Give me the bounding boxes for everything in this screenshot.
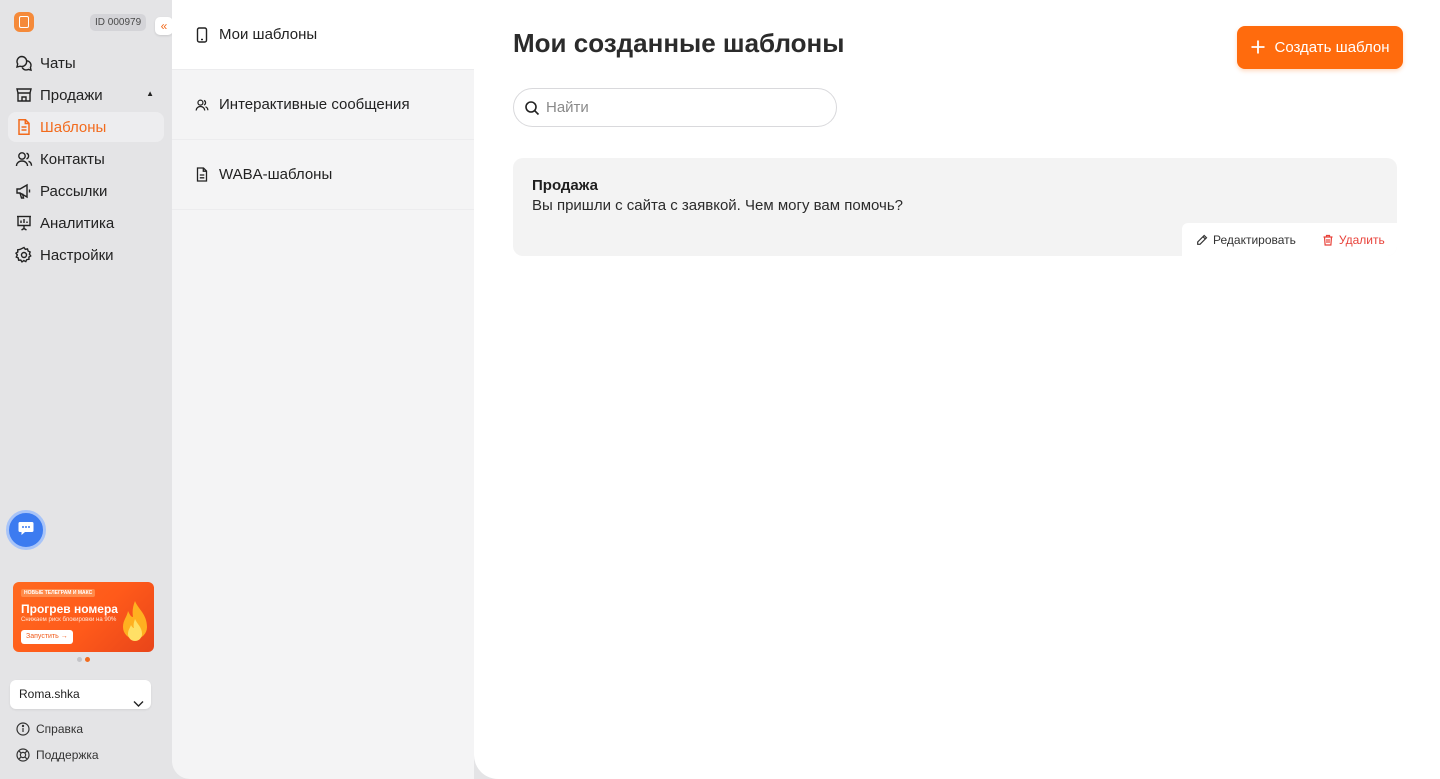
nav-item-label: Продажи xyxy=(40,86,103,104)
chat-bubble-icon xyxy=(17,519,35,542)
template-name: Продажа xyxy=(532,177,598,194)
nav-item-settings[interactable]: Настройки xyxy=(8,240,164,270)
caret-up-icon[interactable]: ▲ xyxy=(146,89,154,98)
phone-icon xyxy=(195,26,209,43)
promo-launch-button[interactable]: Запустить → xyxy=(21,630,73,644)
gear-icon xyxy=(14,245,34,265)
subnav-label: Интерактивные сообщения xyxy=(219,96,410,113)
info-icon xyxy=(16,722,30,736)
chevron-down-icon xyxy=(133,690,144,719)
account-name: Roma.shka xyxy=(19,687,80,701)
chats-icon xyxy=(14,53,34,73)
nav-item-label: Настройки xyxy=(40,246,114,264)
sidebar-header: ID 000979 « xyxy=(14,12,173,35)
account-select[interactable]: Roma.shka xyxy=(10,680,151,709)
sidebar: ID 000979 « Чаты Продажи ▲ Шаблоны Конта… xyxy=(0,0,173,779)
promo-tag: НОВЫЕ ТЕЛЕГРАМ И МАКС xyxy=(21,589,96,597)
nav-item-label: Шаблоны xyxy=(40,118,107,136)
account-id-badge: ID 000979 xyxy=(90,14,147,31)
support-link[interactable]: Поддержка xyxy=(16,747,99,763)
edit-template-button[interactable]: Редактировать xyxy=(1196,233,1296,247)
edit-label: Редактировать xyxy=(1213,232,1296,247)
nav-item-label: Аналитика xyxy=(40,214,115,232)
main-nav: Чаты Продажи ▲ Шаблоны Контакты Рассылки… xyxy=(8,48,164,272)
flame-icon xyxy=(118,599,152,652)
page-title: Мои созданные шаблоны xyxy=(513,28,845,58)
nav-item-chats[interactable]: Чаты xyxy=(8,48,164,78)
logo-icon[interactable] xyxy=(14,12,34,32)
users-icon xyxy=(195,98,209,112)
create-template-button[interactable]: Создать шаблон xyxy=(1237,26,1403,69)
subnav-label: Мои шаблоны xyxy=(219,26,318,43)
create-template-label: Создать шаблон xyxy=(1274,39,1390,56)
delete-label: Удалить xyxy=(1338,232,1385,247)
pencil-icon xyxy=(1197,234,1208,245)
delete-template-button[interactable]: Удалить xyxy=(1322,233,1385,247)
plus-icon xyxy=(1250,37,1266,59)
main-content: Мои созданные шаблоны Создать шаблон Про… xyxy=(474,0,1440,779)
search-input[interactable] xyxy=(546,89,826,126)
subnav-my-templates[interactable]: Мои шаблоны xyxy=(172,0,474,70)
pagination-dot-active[interactable] xyxy=(85,657,90,662)
promo-pagination xyxy=(77,657,90,662)
search-box[interactable] xyxy=(513,88,837,127)
templates-subnav: Мои шаблоны Интерактивные сообщения WABA… xyxy=(172,0,474,779)
nav-item-label: Контакты xyxy=(40,150,105,168)
nav-item-label: Рассылки xyxy=(40,182,108,200)
promo-banner[interactable]: НОВЫЕ ТЕЛЕГРАМ И МАКС Прогрев номера Сни… xyxy=(13,582,154,652)
template-text: Вы пришли с сайта с заявкой. Чем могу ва… xyxy=(532,197,903,214)
help-label: Справка xyxy=(36,722,84,736)
pagination-dot[interactable] xyxy=(77,657,82,662)
template-card: Продажа Вы пришли с сайта с заявкой. Чем… xyxy=(513,158,1397,256)
trash-icon xyxy=(1323,234,1333,246)
document-icon xyxy=(195,167,209,182)
megaphone-icon xyxy=(14,181,34,201)
support-label: Поддержка xyxy=(36,748,99,762)
support-chat-button[interactable] xyxy=(6,510,46,550)
nav-item-analytics[interactable]: Аналитика xyxy=(8,208,164,238)
help-link[interactable]: Справка xyxy=(16,721,83,737)
nav-item-sales[interactable]: Продажи ▲ xyxy=(8,80,164,110)
nav-item-templates[interactable]: Шаблоны xyxy=(8,112,164,142)
subnav-interactive-messages[interactable]: Интерактивные сообщения xyxy=(172,70,474,140)
nav-item-contacts[interactable]: Контакты xyxy=(8,144,164,174)
analytics-icon xyxy=(14,213,34,233)
nav-item-label: Чаты xyxy=(40,54,76,72)
document-icon xyxy=(14,117,34,137)
nav-item-mailings[interactable]: Рассылки xyxy=(8,176,164,206)
promo-subtitle: Снижаем риск блокировки на 90% xyxy=(21,617,117,623)
promo-title: Прогрев номера xyxy=(21,602,118,616)
search-icon xyxy=(524,100,540,121)
store-icon xyxy=(14,85,34,105)
subnav-waba-templates[interactable]: WABA-шаблоны xyxy=(172,140,474,210)
users-icon xyxy=(14,149,34,169)
collapse-sidebar-button[interactable]: « xyxy=(155,17,173,35)
subnav-label: WABA-шаблоны xyxy=(219,166,333,183)
template-actions: Редактировать Удалить xyxy=(1182,223,1397,256)
lifebuoy-icon xyxy=(16,748,30,762)
